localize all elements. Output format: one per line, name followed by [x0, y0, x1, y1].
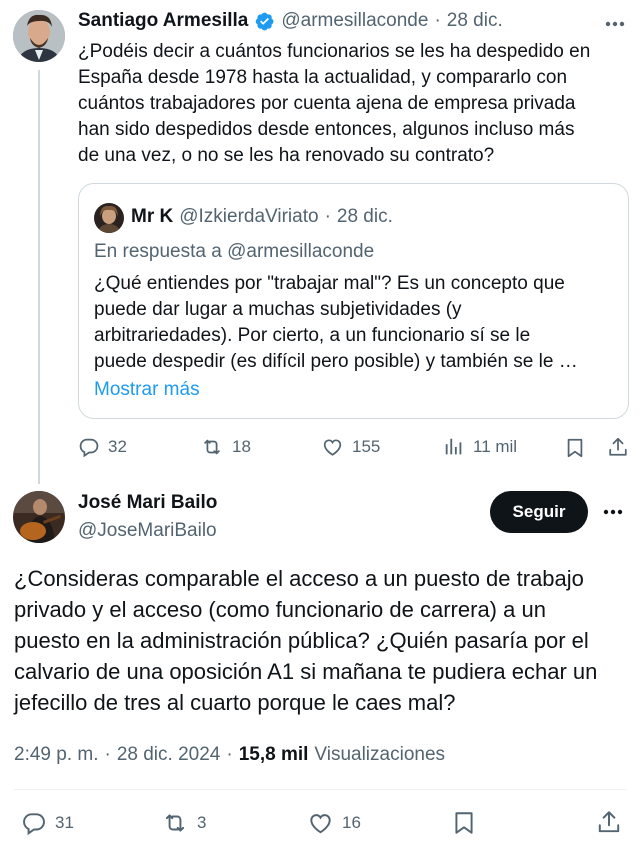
bookmark-button[interactable]: [565, 437, 585, 459]
tweet-date[interactable]: 28 dic. 2024: [117, 744, 221, 766]
repost-icon: [200, 436, 224, 458]
more-options-button[interactable]: [600, 12, 630, 36]
reply-button[interactable]: 32: [78, 436, 127, 458]
share-button[interactable]: [607, 436, 629, 458]
tweet-time[interactable]: 2:49 p. m.: [14, 744, 99, 766]
quoted-author-handle[interactable]: @IzkierdaViriato: [179, 206, 318, 228]
like-count: 155: [352, 437, 381, 456]
reply-context: En respuesta a @armesillaconde: [94, 241, 374, 263]
share-button[interactable]: [596, 809, 622, 835]
repost-button[interactable]: 3: [161, 810, 206, 836]
quoted-author-name[interactable]: Mr K: [131, 206, 173, 228]
separator: ·: [434, 10, 441, 31]
more-icon: [603, 509, 623, 515]
verified-icon: [254, 11, 275, 32]
reply-icon: [78, 436, 100, 458]
main-tweet-text: ¿Consideras comparable el acceso a un pu…: [14, 566, 598, 715]
views-label: Visualizaciones: [314, 744, 446, 765]
tweet-date[interactable]: 28 dic.: [447, 10, 503, 32]
avatar-santiago[interactable]: [13, 10, 65, 62]
avatar-mr-k[interactable]: [94, 203, 124, 233]
parent-tweet-header: Santiago Armesilla @armesillaconde · 28 …: [78, 10, 503, 32]
more-icon: [605, 21, 625, 27]
bookmark-icon: [565, 437, 585, 459]
parent-tweet-text: ¿Podéis decir a cuántos funcionarios se …: [78, 41, 591, 166]
main-author-name[interactable]: José Mari Bailo: [78, 492, 217, 514]
more-options-button[interactable]: [596, 498, 630, 526]
thread-line: [38, 70, 40, 484]
separator: ·: [104, 744, 111, 765]
reply-count: 31: [55, 813, 74, 832]
like-icon: [307, 810, 334, 836]
repost-count: 18: [232, 437, 251, 456]
quoted-tweet-text: ¿Qué entiendes por "trabajar mal"? Es un…: [94, 273, 578, 372]
like-button[interactable]: 155: [321, 436, 380, 458]
divider: [14, 789, 627, 790]
views-total: 15,8 mil: [238, 744, 309, 765]
reply-button[interactable]: 31: [21, 810, 74, 836]
tweet-metadata: 2:49 p. m. · 28 dic. 2024 · 15,8 mil Vis…: [14, 744, 445, 766]
repost-count: 3: [197, 813, 207, 832]
repost-button[interactable]: 18: [200, 436, 251, 458]
avatar-jose-mari[interactable]: [13, 491, 65, 543]
follow-button[interactable]: Seguir: [490, 491, 588, 533]
share-icon: [596, 809, 622, 835]
reply-icon: [21, 810, 47, 836]
author-name[interactable]: Santiago Armesilla: [78, 10, 248, 32]
like-button[interactable]: 16: [307, 810, 361, 836]
quoted-tweet-header: Mr K @IzkierdaViriato · 28 dic.: [131, 206, 393, 228]
separator: ·: [324, 206, 331, 227]
share-icon: [607, 436, 629, 458]
separator: ·: [226, 744, 233, 765]
views-count: 11 mil: [473, 437, 518, 456]
reply-to-handle[interactable]: @armesillaconde: [227, 241, 374, 262]
reply-count: 32: [108, 437, 127, 456]
bookmark-button[interactable]: [453, 810, 475, 836]
show-more-link[interactable]: Mostrar más: [94, 377, 200, 403]
views-button[interactable]: 11 mil: [443, 436, 517, 458]
bookmark-icon: [453, 810, 475, 836]
quoted-tweet-date[interactable]: 28 dic.: [337, 206, 393, 228]
main-author-handle[interactable]: @JoseMariBailo: [78, 520, 217, 542]
author-handle[interactable]: @armesillaconde: [281, 10, 428, 32]
like-count: 16: [342, 813, 361, 832]
reply-to-label: En respuesta a: [94, 241, 228, 262]
views-icon: [443, 436, 465, 458]
repost-icon: [161, 810, 189, 836]
like-icon: [321, 436, 344, 458]
